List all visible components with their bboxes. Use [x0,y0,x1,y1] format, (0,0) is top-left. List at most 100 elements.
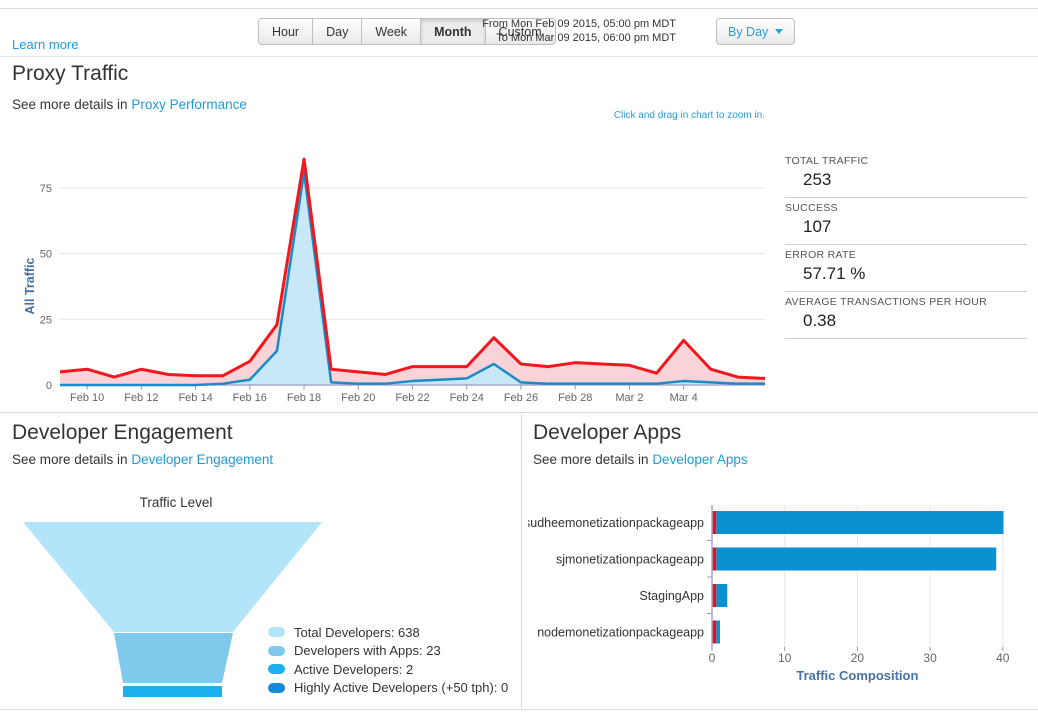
y-tick-label: 0 [46,380,52,392]
error-bar [713,621,717,644]
developer-apps-subtitle: See more details in Developer Apps [533,452,748,467]
legend-label: Developers with Apps: 23 [294,643,441,658]
stat-row: TOTAL TRAFFIC 253 [785,151,1027,198]
engagement-legend: Total Developers: 638 Developers with App… [268,623,508,697]
group-by-dropdown[interactable]: By Day [716,18,795,45]
y-tick-label: 25 [40,314,52,326]
x-tick-label: Feb 20 [341,392,375,404]
subtitle-prefix: See more details in [12,97,131,112]
x-tick-label: Mar 2 [615,392,643,404]
x-tick-label: Feb 22 [395,392,429,404]
legend-label: Highly Active Developers (+50 tph): 0 [294,680,508,695]
subtitle-prefix: See more details in [533,452,652,467]
legend-label: Active Developers: 2 [294,662,413,677]
x-tick-label: Feb 12 [124,392,158,404]
developer-engagement-subtitle: See more details in Developer Engagement [12,452,273,467]
error-bar [713,584,717,607]
funnel-title: Traffic Level [20,495,332,510]
vertical-divider [521,413,522,709]
x-tick-label: 10 [778,651,792,665]
stat-value: 253 [785,170,1027,190]
x-tick-label: Feb 18 [287,392,321,404]
developer-apps-chart[interactable]: 0 10 20 30 40 sudheemonetizationpackageapp sjm… [528,500,1033,690]
funnel-segment-developers-with-apps [114,633,233,683]
stat-value: 57.71 % [785,264,1027,284]
section-divider [0,412,1038,413]
time-range-button-hour[interactable]: Hour [258,18,313,45]
stat-label: ERROR RATE [785,249,1027,261]
error-bar [713,511,717,534]
date-from: From Mon Feb 09 2015, 05:00 pm MDT [460,17,676,31]
x-tick-label: Feb 28 [558,392,592,404]
x-tick-label: 0 [709,651,716,665]
x-tick-label: Mar 4 [670,392,698,404]
proxy-traffic-chart[interactable]: 0 25 50 75 Feb 10 Feb 12 Feb 14 Feb 16 Feb 18 Feb… [18,136,784,408]
developer-apps-link[interactable]: Developer Apps [652,452,747,467]
traffic-area [60,159,765,385]
funnel-segment-total-developers [23,522,322,632]
header-divider [0,56,1038,57]
traffic-line [60,159,765,378]
legend-label: Total Developers: 638 [294,625,420,640]
legend-item: Developers with Apps: 23 [268,642,508,661]
success-area [60,172,765,385]
stat-row: SUCCESS 107 [785,198,1027,245]
error-bar [713,548,717,571]
developer-apps-title: Developer Apps [533,421,681,445]
stat-label: AVERAGE TRANSACTIONS PER HOUR [785,296,1027,308]
group-by-label: By Day [728,25,768,39]
zoom-hint-text: Click and drag in chart to zoom in. [614,110,765,121]
stat-value: 0.38 [785,311,1027,331]
learn-more-link[interactable]: Learn more [12,37,78,52]
x-tick-label: Feb 14 [178,392,212,404]
developer-engagement-link[interactable]: Developer Engagement [131,452,273,467]
traffic-bar [716,621,720,644]
x-tick-label: 30 [923,651,937,665]
legend-swatch-icon [268,683,285,693]
funnel-segment-active-developers [123,686,222,697]
subtitle-prefix: See more details in [12,452,131,467]
y-axis-title: All Traffic [23,257,37,314]
x-tick-label: Feb 24 [450,392,484,404]
legend-swatch-icon [268,664,285,674]
traffic-bar [716,511,1003,534]
chevron-down-icon [775,29,783,34]
stat-row: ERROR RATE 57.71 % [785,245,1027,292]
legend-item: Highly Active Developers (+50 tph): 0 [268,679,508,698]
bottom-divider [0,709,1038,710]
legend-swatch-icon [268,627,285,637]
traffic-stats-panel: TOTAL TRAFFIC 253 SUCCESS 107 ERROR RATE 57.7… [785,151,1027,339]
proxy-performance-link[interactable]: Proxy Performance [131,97,247,112]
success-line [60,172,765,385]
proxy-traffic-title: Proxy Traffic [12,62,128,86]
traffic-bar [716,584,727,607]
x-axis-title: Traffic Composition [796,668,918,683]
time-range-button-week[interactable]: Week [362,18,421,45]
developer-engagement-title: Developer Engagement [12,421,233,445]
stat-row: AVERAGE TRANSACTIONS PER HOUR 0.38 [785,292,1027,339]
category-label: StagingApp [639,589,704,603]
analytics-dashboard: { "colors": { "link_blue": "#1e9bdb", "a… [0,0,1038,717]
x-tick-label: 40 [996,651,1010,665]
stat-label: TOTAL TRAFFIC [785,155,1027,167]
traffic-bar [716,548,996,571]
x-tick-label: Feb 10 [70,392,104,404]
legend-item: Active Developers: 2 [268,660,508,679]
stat-value: 107 [785,217,1027,237]
category-label: sudheemonetizationpackageapp [528,516,704,530]
x-tick-label: 20 [851,651,865,665]
legend-item: Total Developers: 638 [268,623,508,642]
date-to: To Mon Mar 09 2015, 06:00 pm MDT [460,31,676,45]
y-tick-label: 75 [40,183,52,195]
x-tick-label: Feb 16 [233,392,267,404]
top-divider [0,8,1038,9]
proxy-traffic-subtitle: See more details in Proxy Performance [12,97,247,112]
legend-swatch-icon [268,646,285,656]
category-label: sjmonetizationpackageapp [556,553,704,567]
x-tick-label: Feb 26 [504,392,538,404]
y-tick-label: 50 [40,249,52,261]
stat-label: SUCCESS [785,202,1027,214]
time-range-button-day[interactable]: Day [313,18,362,45]
category-label: nodemonetizationpackageapp [537,626,704,640]
date-range: From Mon Feb 09 2015, 05:00 pm MDT To Mo… [460,17,676,45]
